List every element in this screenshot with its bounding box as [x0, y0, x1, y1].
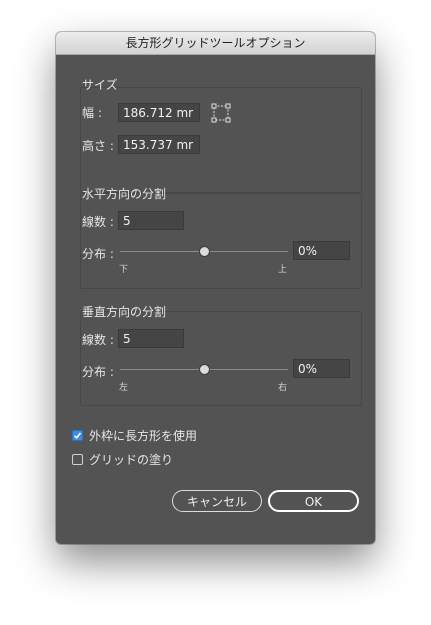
cancel-button[interactable]: キャンセル [172, 490, 262, 512]
height-label: 高さ : [82, 139, 114, 153]
horizontal-count-field[interactable]: 5 [118, 211, 184, 230]
outer-rect-label[interactable]: 外枠に長方形を使用 [89, 427, 197, 444]
horizontal-skew-field[interactable]: 0% [293, 241, 350, 260]
vertical-right-tick: 右 [278, 383, 288, 393]
width-field[interactable]: 186.712 mr [118, 103, 200, 122]
fill-grid-checkbox[interactable] [72, 454, 83, 465]
outer-rect-checkbox[interactable] [72, 430, 83, 441]
vertical-left-tick: 左 [119, 383, 129, 393]
size-section-label: サイズ [82, 78, 118, 92]
height-field[interactable]: 153.737 mr [118, 135, 200, 154]
horizontal-right-tick: 上 [278, 265, 288, 275]
fill-grid-label[interactable]: グリッドの塗り [89, 451, 173, 468]
vertical-section-label: 垂直方向の分割 [82, 305, 167, 319]
horizontal-count-label: 線数 : [82, 215, 114, 229]
constrain-proportions-icon[interactable] [210, 102, 232, 124]
horizontal-left-tick: 下 [119, 265, 129, 275]
vertical-count-field[interactable]: 5 [118, 329, 184, 348]
vertical-skew-field[interactable]: 0% [293, 359, 350, 378]
checkmark-icon [73, 432, 82, 439]
horizontal-skew-thumb[interactable] [199, 246, 210, 257]
horizontal-skew-label: 分布 : [82, 247, 114, 261]
grid-tool-options-dialog: 長方形グリッドツールオプション サイズ 幅 : 186.712 mr 高さ : … [56, 32, 375, 544]
vertical-skew-thumb[interactable] [199, 364, 210, 375]
horizontal-section-label: 水平方向の分割 [82, 187, 167, 201]
vertical-count-label: 線数 : [82, 333, 114, 347]
width-label: 幅 : [82, 106, 102, 120]
vertical-skew-label: 分布 : [82, 365, 114, 379]
dialog-title: 長方形グリッドツールオプション [56, 32, 375, 55]
ok-button[interactable]: OK [268, 490, 359, 512]
